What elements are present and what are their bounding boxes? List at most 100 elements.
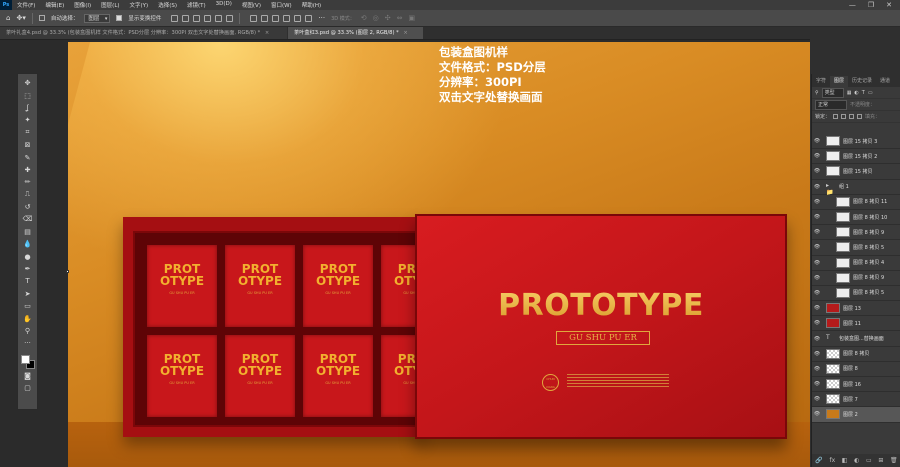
healing-icon[interactable]: ✚ bbox=[21, 164, 35, 176]
distribute-right-icon[interactable] bbox=[305, 14, 313, 22]
visibility-eye-icon[interactable]: 👁 bbox=[812, 336, 822, 342]
close-tab-icon[interactable]: × bbox=[265, 30, 269, 36]
home-icon[interactable]: ⌂ bbox=[6, 14, 10, 22]
layer-row[interactable]: 👁 ▸📁 组 1 bbox=[812, 180, 900, 196]
panel-tab[interactable]: 图层 bbox=[830, 76, 849, 87]
filter-type-icon[interactable]: T bbox=[862, 90, 865, 96]
color-swatches[interactable] bbox=[20, 354, 36, 370]
visibility-eye-icon[interactable]: 👁 bbox=[812, 229, 822, 235]
layer-row[interactable]: 👁 图层 8 拷贝 11 bbox=[812, 195, 900, 210]
panel-tab[interactable]: 字符 bbox=[812, 76, 830, 87]
layer-row[interactable]: 👁 图层 15 拷贝 bbox=[812, 164, 900, 180]
roll-3d-icon[interactable]: ◎ bbox=[373, 14, 379, 22]
menu-item[interactable]: 滤镜(T) bbox=[182, 1, 211, 9]
auto-select-dropdown[interactable]: 图层 bbox=[84, 13, 111, 23]
visibility-eye-icon[interactable]: 👁 bbox=[812, 138, 822, 144]
lock-paint-icon[interactable] bbox=[841, 114, 847, 119]
dodge-icon[interactable]: ● bbox=[21, 250, 35, 262]
menu-item[interactable]: 窗口(W) bbox=[266, 1, 297, 9]
visibility-eye-icon[interactable]: 👁 bbox=[812, 153, 822, 159]
align-middle-icon[interactable] bbox=[215, 14, 223, 22]
document-canvas[interactable]: 包装盒图机样 文件格式：PSD分层 分辨率：300PI 双击文字处替换画面 PR… bbox=[68, 42, 810, 467]
lock-all-icon[interactable] bbox=[857, 114, 863, 119]
panel-tab[interactable]: 历史记录 bbox=[848, 76, 876, 87]
close-tab-icon[interactable]: × bbox=[403, 30, 407, 36]
visibility-eye-icon[interactable]: 👁 bbox=[812, 214, 822, 220]
move-icon[interactable]: ✥ bbox=[21, 77, 35, 89]
distribute-hcenter-icon[interactable] bbox=[294, 14, 302, 22]
slide-3d-icon[interactable]: ⇔ bbox=[397, 14, 403, 22]
visibility-eye-icon[interactable]: 👁 bbox=[812, 290, 822, 296]
layer-row[interactable]: 👁 T 包装盒图...替换画面 bbox=[812, 331, 900, 347]
layer-row[interactable]: 👁 图层 11 bbox=[812, 316, 900, 332]
align-top-icon[interactable] bbox=[204, 14, 212, 22]
close-icon[interactable]: ✕ bbox=[886, 1, 892, 9]
hand-icon[interactable]: ✋ bbox=[21, 312, 35, 324]
layer-row[interactable]: 👁 图层 8 拷贝 bbox=[812, 347, 900, 362]
layer-row[interactable]: 👁 图层 16 bbox=[812, 377, 900, 393]
menu-item[interactable]: 文字(Y) bbox=[125, 1, 154, 9]
menu-item[interactable]: 文件(F) bbox=[12, 1, 40, 9]
align-left-icon[interactable] bbox=[171, 14, 179, 22]
menu-item[interactable]: 图像(I) bbox=[69, 1, 96, 9]
layer-row[interactable]: 👁 图层 13 bbox=[812, 301, 900, 317]
layer-row[interactable]: 👁 图层 2 bbox=[812, 407, 900, 423]
panel-tab[interactable]: 通道 bbox=[876, 76, 894, 87]
gradient-icon[interactable]: ▤ bbox=[21, 226, 35, 238]
filter-adjust-icon[interactable]: ◐ bbox=[854, 90, 858, 96]
new-layer-icon[interactable]: ⊞ bbox=[878, 457, 883, 464]
path-select-icon[interactable]: ➤ bbox=[21, 288, 35, 300]
layer-row[interactable]: 👁 图层 7 bbox=[812, 392, 900, 408]
auto-select-checkbox[interactable] bbox=[38, 15, 45, 21]
layer-row[interactable]: 👁 图层 8 拷贝 10 bbox=[812, 210, 900, 226]
layer-row[interactable]: 👁 图层 15 拷贝 2 bbox=[812, 149, 900, 165]
type-icon[interactable]: T bbox=[21, 275, 35, 287]
menu-item[interactable]: 视图(V) bbox=[237, 1, 266, 9]
visibility-eye-icon[interactable]: 👁 bbox=[812, 411, 822, 417]
layer-row[interactable]: 👁 图层 8 bbox=[812, 362, 900, 377]
tab-document-2[interactable]: 茶叶盒红3.psd @ 33.3% (图层 2, RGB/8) * × bbox=[288, 27, 423, 39]
blur-icon[interactable]: 💧 bbox=[21, 238, 35, 250]
menu-item[interactable]: 图层(L) bbox=[96, 1, 124, 9]
fx-icon[interactable]: fx bbox=[829, 457, 835, 464]
pan-3d-icon[interactable]: ✣ bbox=[385, 14, 391, 22]
marquee-icon[interactable]: ⬚ bbox=[21, 89, 35, 101]
eraser-icon[interactable]: ⌫ bbox=[21, 213, 35, 225]
filter-shape-icon[interactable]: ▭ bbox=[868, 90, 873, 96]
layer-row[interactable]: 👁 图层 8 拷贝 5 bbox=[812, 240, 900, 256]
filter-pixel-icon[interactable]: ▦ bbox=[847, 90, 852, 96]
orbit-3d-icon[interactable]: ⟲ bbox=[361, 14, 367, 22]
group-icon[interactable]: ▭ bbox=[866, 457, 872, 464]
scale-3d-icon[interactable]: ▣ bbox=[408, 14, 415, 22]
magic-wand-icon[interactable]: ✦ bbox=[21, 114, 35, 126]
photoshop-logo[interactable]: Ps bbox=[0, 0, 12, 10]
zoom-icon[interactable]: ⚲ bbox=[21, 325, 35, 337]
trash-icon[interactable]: 🗑 bbox=[890, 457, 898, 464]
blend-mode-select[interactable]: 正常 bbox=[815, 99, 848, 110]
stamp-icon[interactable]: ⎍ bbox=[21, 189, 35, 201]
layer-row[interactable]: 👁 图层 8 拷贝 5 bbox=[812, 286, 900, 302]
align-center-icon[interactable] bbox=[182, 14, 190, 22]
layer-row[interactable]: 👁 图层 8 拷贝 4 bbox=[812, 256, 900, 271]
align-bottom-icon[interactable] bbox=[226, 14, 234, 22]
layer-row[interactable]: 👁 图层 8 拷贝 9 bbox=[812, 271, 900, 286]
adjustment-icon[interactable]: ◐ bbox=[854, 457, 859, 464]
more-icon[interactable]: ··· bbox=[21, 337, 35, 349]
mask-icon[interactable]: ◧ bbox=[842, 457, 848, 464]
crop-icon[interactable]: ⌗ bbox=[21, 127, 35, 139]
foreground-color[interactable] bbox=[20, 354, 30, 364]
layer-row[interactable]: 👁 图层 15 拷贝 3 bbox=[812, 134, 900, 150]
distribute-bottom-icon[interactable] bbox=[272, 14, 280, 22]
screen-mode-icon[interactable]: ▢ bbox=[21, 382, 35, 394]
visibility-eye-icon[interactable]: 👁 bbox=[812, 168, 822, 174]
distribute-vcenter-icon[interactable] bbox=[261, 14, 269, 22]
shape-icon[interactable]: ▭ bbox=[21, 300, 35, 312]
visibility-eye-icon[interactable]: 👁 bbox=[812, 351, 822, 357]
maximize-icon[interactable]: ❐ bbox=[868, 1, 874, 9]
frame-icon[interactable]: ⊠ bbox=[21, 139, 35, 151]
visibility-eye-icon[interactable]: 👁 bbox=[812, 320, 822, 326]
menu-item[interactable]: 编辑(E) bbox=[40, 1, 69, 9]
more-options-icon[interactable]: ··· bbox=[318, 14, 325, 22]
tab-document-1[interactable]: 茶叶礼盒4.psd @ 33.3% (包装盒图机样 文件格式：PSD分层 分辨率… bbox=[0, 27, 287, 39]
brush-icon[interactable]: ✏ bbox=[21, 176, 35, 188]
